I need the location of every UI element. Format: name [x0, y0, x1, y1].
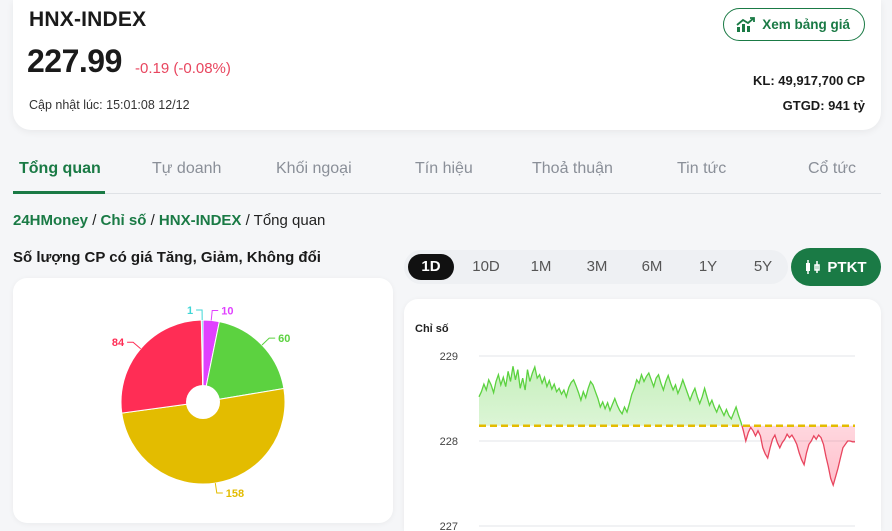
chart-trend-icon	[736, 16, 756, 32]
tab-dividends[interactable]: Cổ tức	[808, 160, 856, 178]
range-3m[interactable]: 3M	[574, 254, 620, 280]
pie-center-hole	[186, 385, 220, 419]
breadth-pie-chart: 10 60 158 84 1	[112, 305, 291, 500]
tab-proprietary[interactable]: Tự doanh	[152, 160, 221, 178]
range-1m[interactable]: 1M	[518, 254, 564, 280]
view-price-board-button[interactable]: Xem bảng giá	[723, 8, 865, 41]
breadcrumb-home[interactable]: 24HMoney	[13, 212, 88, 229]
breadcrumb-separator: /	[245, 212, 254, 229]
pie-leader-line	[196, 309, 203, 321]
breadcrumb-item[interactable]: HNX-INDEX	[159, 212, 242, 229]
range-5y[interactable]: 5Y	[740, 254, 786, 280]
pie-label-ceiling: 10	[221, 305, 233, 317]
pie-leader-line	[210, 309, 219, 321]
tab-foreign[interactable]: Khối ngoại	[276, 160, 352, 178]
index-change: -0.19 (-0.08%)	[135, 60, 231, 77]
pie-leader-line	[214, 482, 223, 494]
index-summary-card: HNX-INDEX 227.99 -0.19 (-0.08%) Cập nhật…	[13, 0, 881, 130]
index-line-chart: Chỉ số 229 228 227	[415, 323, 855, 531]
breadth-pie-card: 10 60 158 84 1	[13, 278, 393, 523]
candlestick-icon	[806, 260, 821, 274]
time-range-selector: 1D 10D 1M 3M 6M 1Y 5Y	[404, 250, 788, 284]
turnover-value: GTGD: 941 tỷ	[782, 98, 865, 113]
pie-label-up: 60	[278, 333, 290, 345]
technical-analysis-button[interactable]: PTKT	[791, 248, 881, 286]
pie-leader-line	[127, 341, 142, 350]
breadcrumb-separator: /	[92, 212, 101, 229]
last-updated: Cập nhật lúc: 15:01:08 12/12	[29, 98, 190, 112]
index-line-chart-card: Chỉ số 229 228 227	[404, 299, 881, 531]
range-1y[interactable]: 1Y	[685, 254, 731, 280]
y-tick-label: 229	[440, 351, 458, 363]
pie-label-floor: 1	[187, 305, 193, 317]
pie-label-unchanged: 158	[226, 488, 244, 500]
tab-negotiated[interactable]: Thoả thuận	[532, 160, 613, 178]
breadcrumb: 24HMoney / Chỉ số / HNX-INDEX / Tổng qua…	[13, 212, 325, 229]
breadth-chart-title: Số lượng CP có giá Tăng, Giảm, Không đổi	[13, 249, 321, 266]
y-axis-label: Chỉ số	[415, 323, 449, 335]
range-10d[interactable]: 10D	[463, 254, 509, 280]
technical-analysis-label: PTKT	[827, 258, 867, 276]
index-name: HNX-INDEX	[29, 8, 147, 31]
breadcrumb-current: Tổng quan	[253, 212, 326, 229]
pie-label-down: 84	[112, 337, 125, 349]
tab-news[interactable]: Tin tức	[677, 160, 726, 178]
breadcrumb-separator: /	[150, 212, 159, 229]
pie-leader-line	[261, 337, 276, 346]
view-price-board-label: Xem bảng giá	[762, 17, 850, 32]
tab-signals[interactable]: Tín hiệu	[415, 160, 473, 178]
tab-bar: Tổng quan Tự doanh Khối ngoại Tín hiệu T…	[13, 148, 881, 194]
range-6m[interactable]: 6M	[629, 254, 675, 280]
tab-overview[interactable]: Tổng quan	[19, 160, 101, 178]
index-value: 227.99	[27, 43, 122, 79]
breadcrumb-section[interactable]: Chỉ số	[101, 212, 147, 229]
range-1d[interactable]: 1D	[408, 254, 454, 280]
y-tick-label: 227	[440, 521, 458, 531]
active-tab-indicator	[13, 191, 105, 194]
volume-value: KL: 49,917,700 CP	[752, 73, 865, 88]
y-tick-label: 228	[440, 436, 458, 448]
